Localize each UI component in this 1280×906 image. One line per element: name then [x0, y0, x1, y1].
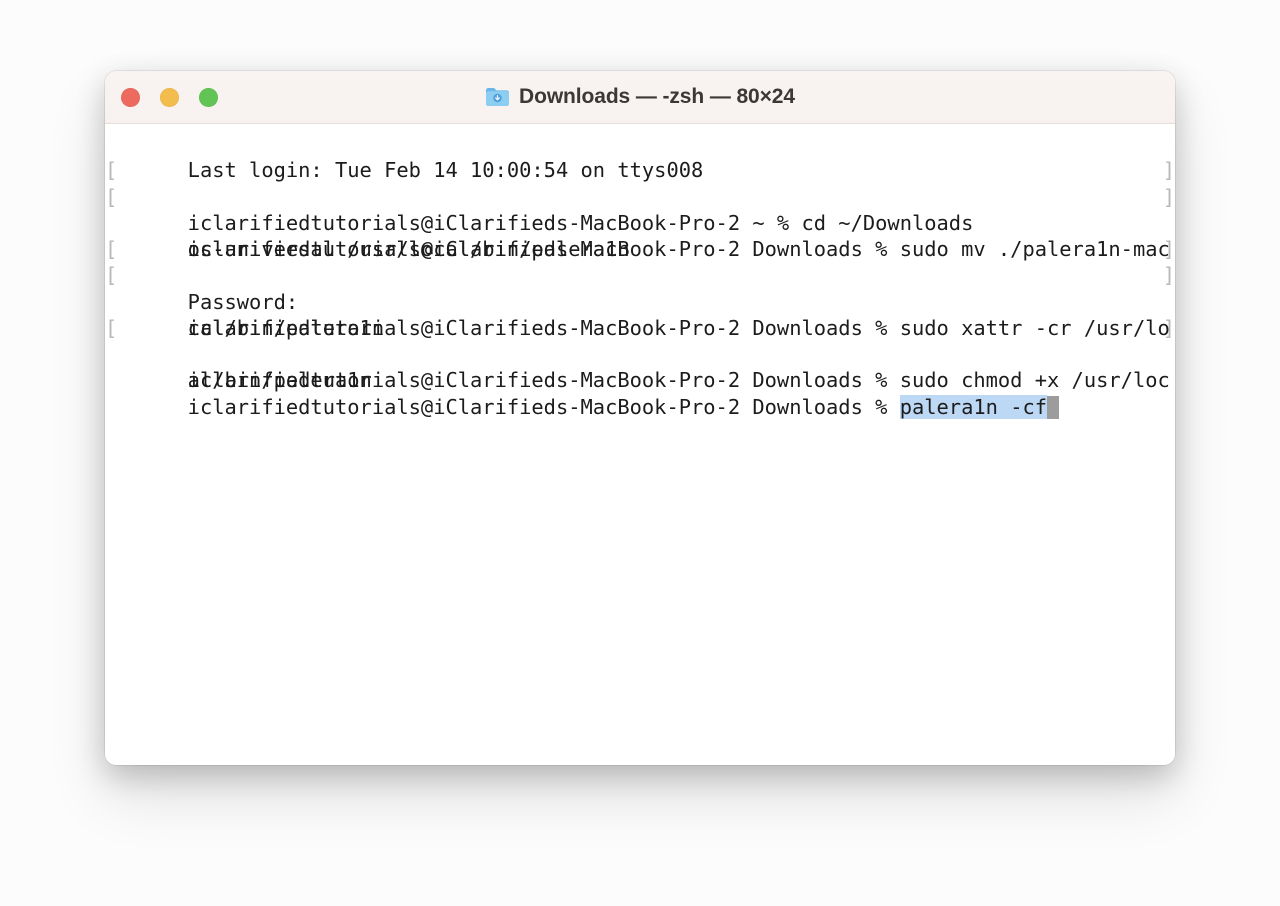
wrap-bracket-close-icon: ]	[1162, 184, 1175, 209]
terminal-line: [ iclarifiedtutorials@iClarifieds-MacBoo…	[105, 315, 1175, 393]
terminal-output-area[interactable]: Last login: Tue Feb 14 10:00:54 on ttys0…	[105, 124, 1175, 765]
command-input[interactable]: palera1n -cf	[899, 394, 1048, 419]
window-title-text: Downloads — -zsh — 80×24	[519, 85, 795, 108]
wrap-bracket-open-icon: [	[105, 263, 118, 288]
terminal-line: al/bin/palera1n	[105, 341, 1175, 392]
window-controls	[121, 71, 218, 123]
wrap-bracket-close-icon: ]	[1162, 158, 1175, 183]
shell-prompt: iclarifiedtutorials@iClarifieds-MacBook-…	[187, 394, 900, 419]
minimize-window-button[interactable]	[160, 87, 179, 107]
maximize-window-button[interactable]	[199, 87, 218, 107]
terminal-line: cal/bin/palera1n	[105, 289, 1175, 340]
window-title-group: Downloads — -zsh — 80×24	[105, 71, 1175, 123]
terminal-line: [ Password: ]	[105, 236, 1175, 314]
wrap-bracket-open-icon: [	[105, 158, 118, 183]
downloads-folder-icon	[486, 88, 510, 106]
terminal-line: Last login: Tue Feb 14 10:00:54 on ttys0…	[105, 131, 1175, 182]
terminal-line: os-universal /usr/local/bin/palera1n	[105, 210, 1175, 261]
wrap-bracket-close-icon: ]	[1162, 315, 1175, 340]
terminal-line: [ iclarifiedtutorials@iClarifieds-MacBoo…	[105, 157, 1175, 235]
wrap-bracket-open-icon: [	[105, 237, 118, 261]
terminal-line: [ iclarifiedtutorials@iClarifieds-MacBoo…	[105, 184, 1175, 262]
window-titlebar[interactable]: Downloads — -zsh — 80×24	[105, 71, 1175, 124]
wrap-bracket-open-icon: [	[105, 315, 118, 340]
terminal-prompt-line[interactable]: iclarifiedtutorials@iClarifieds-MacBook-…	[105, 367, 1175, 419]
close-window-button[interactable]	[121, 87, 140, 107]
terminal-window[interactable]: Downloads — -zsh — 80×24 Last login: Tue…	[105, 71, 1175, 765]
text-cursor	[1047, 395, 1060, 419]
wrap-bracket-open-icon: [	[105, 184, 118, 209]
wrap-bracket-close-icon: ]	[1162, 237, 1175, 261]
terminal-line: [ iclarifiedtutorials@iClarifieds-MacBoo…	[105, 262, 1175, 340]
wrap-bracket-close-icon: ]	[1162, 263, 1175, 288]
